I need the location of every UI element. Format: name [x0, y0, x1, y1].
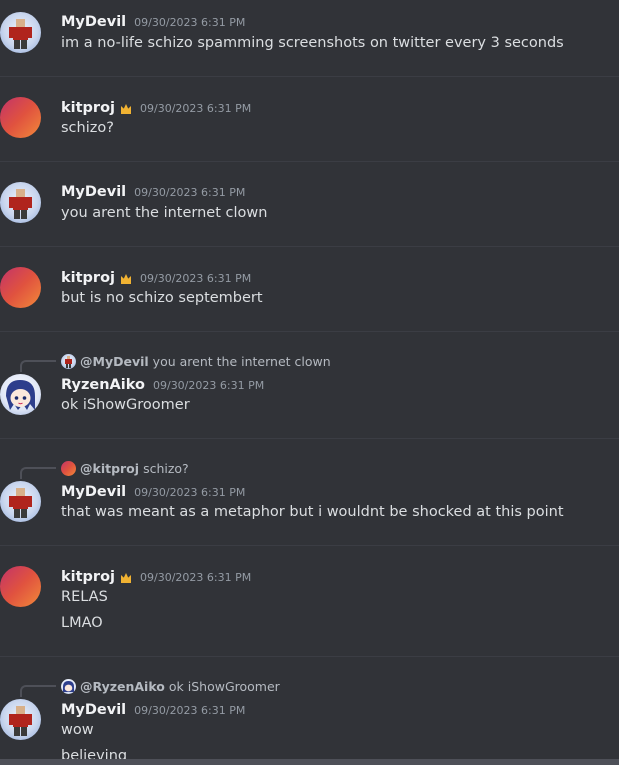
- message-text: you arent the internet clown: [61, 205, 268, 221]
- message-divider: [0, 545, 619, 546]
- avatar[interactable]: [0, 566, 41, 607]
- message-divider: [0, 656, 619, 657]
- timestamp: 09/30/2023 6:31 PM: [134, 185, 246, 199]
- reply-text[interactable]: you arent the internet clown: [153, 354, 331, 369]
- reply-preview[interactable]: @kitproj schizo?: [61, 460, 189, 476]
- roblox-avatar-icon: [65, 355, 72, 368]
- avatar[interactable]: [0, 182, 41, 223]
- timestamp: 09/30/2023 6:31 PM: [152, 378, 265, 392]
- reply-spine: [20, 685, 56, 697]
- crown-icon: [121, 273, 132, 284]
- message-text: im a no-life schizo spamming screenshots…: [61, 35, 564, 51]
- message-text: RELAS: [61, 589, 108, 605]
- timestamp: 09/30/2023 6:31 PM: [134, 703, 246, 717]
- avatar[interactable]: [0, 374, 41, 415]
- crown-icon: [121, 572, 132, 583]
- message-divider: [0, 161, 619, 162]
- message-text: wow: [61, 722, 94, 738]
- avatar[interactable]: [0, 12, 41, 53]
- avatar[interactable]: [0, 481, 41, 522]
- reply-author[interactable]: @kitproj: [80, 461, 139, 476]
- roblox-avatar-icon: [9, 19, 32, 49]
- username[interactable]: kitproj: [61, 100, 115, 116]
- message-text: schizo?: [61, 120, 114, 136]
- roblox-avatar-icon: [9, 189, 32, 219]
- reply-spine: [20, 360, 56, 372]
- avatar[interactable]: [0, 97, 41, 138]
- username[interactable]: kitproj: [61, 270, 115, 286]
- roblox-avatar-icon: [9, 488, 32, 518]
- reply-preview[interactable]: @RyzenAiko ok iShowGroomer: [61, 678, 280, 694]
- timestamp: 09/30/2023 6:31 PM: [140, 101, 252, 115]
- username[interactable]: MyDevil: [61, 184, 126, 200]
- reply-author[interactable]: @MyDevil: [80, 354, 149, 369]
- timestamp: 09/30/2023 6:31 PM: [134, 485, 246, 499]
- message-text: ok iShowGroomer: [61, 397, 190, 413]
- reply-preview[interactable]: @MyDevil you arent the internet clown: [61, 353, 331, 369]
- timestamp: 09/30/2023 6:31 PM: [140, 271, 252, 285]
- username[interactable]: MyDevil: [61, 14, 126, 30]
- message-text: LMAO: [61, 615, 103, 631]
- reply-text[interactable]: ok iShowGroomer: [169, 679, 280, 694]
- message-divider: [0, 438, 619, 439]
- message-text: that was meant as a metaphor but i would…: [61, 504, 564, 520]
- username[interactable]: MyDevil: [61, 484, 126, 500]
- horizontal-scrollbar[interactable]: [0, 759, 619, 765]
- message-text: but is no schizo septembert: [61, 290, 263, 306]
- reply-avatar: [61, 678, 76, 694]
- username[interactable]: kitproj: [61, 569, 115, 585]
- roblox-avatar-icon: [9, 706, 32, 736]
- timestamp: 09/30/2023 6:31 PM: [134, 15, 246, 29]
- reply-avatar: [61, 353, 76, 369]
- message-divider: [0, 76, 619, 77]
- username[interactable]: MyDevil: [61, 702, 126, 718]
- reply-avatar: [61, 460, 76, 476]
- crown-icon: [121, 103, 132, 114]
- anime-avatar-icon: [63, 680, 74, 692]
- reply-author[interactable]: @RyzenAiko: [80, 679, 165, 694]
- avatar[interactable]: [0, 267, 41, 308]
- message-divider: [0, 246, 619, 247]
- reply-spine: [20, 467, 56, 479]
- timestamp: 09/30/2023 6:31 PM: [140, 570, 252, 584]
- avatar[interactable]: [0, 699, 41, 740]
- message-divider: [0, 331, 619, 332]
- anime-avatar-icon: [6, 380, 35, 410]
- reply-text[interactable]: schizo?: [143, 461, 189, 476]
- username[interactable]: RyzenAiko: [61, 377, 145, 393]
- chat-message-list[interactable]: MyDevil 09/30/2023 6:31 PM im a no-life …: [0, 0, 619, 765]
